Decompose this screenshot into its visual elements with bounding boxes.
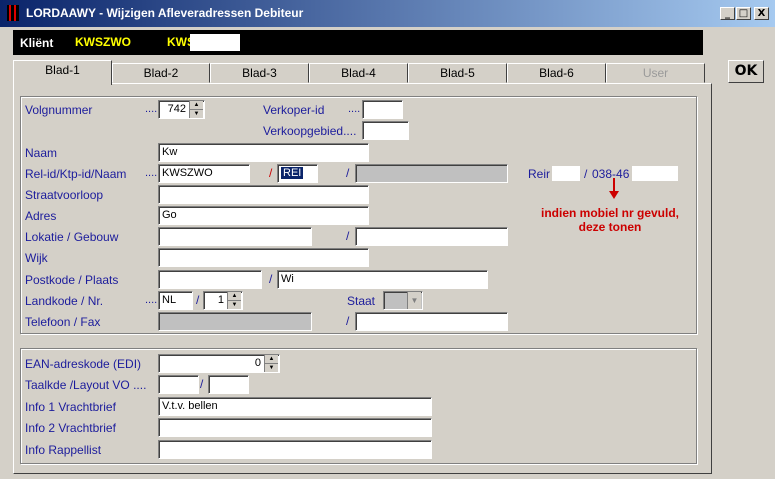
tab-user[interactable]: User [606, 63, 705, 83]
postkode-input[interactable] [158, 270, 262, 289]
volgnummer-spinner[interactable]: ▲ ▼ [189, 101, 203, 118]
info1-label: Info 1 Vrachtbrief [25, 400, 116, 414]
straat-label: Straatvoorloop [25, 188, 104, 202]
tab-blad-1[interactable]: Blad-1 [13, 60, 112, 85]
rel-id-input[interactable]: KWSZWO [158, 164, 250, 183]
landkode-label: Landkode / Nr. [25, 294, 104, 308]
naam-label: Naam [25, 146, 58, 160]
window-title: LORDAAWY - Wijzigen Afleveradressen Debi… [26, 6, 304, 20]
verkoper-input[interactable] [362, 100, 403, 119]
info-rappel-input[interactable] [158, 440, 432, 459]
client-code: KWSZWO [75, 35, 131, 49]
volgnummer-label: Volgnummer [25, 103, 93, 117]
lokatie-input[interactable] [158, 227, 312, 246]
lokatie-label: Lokatie / Gebouw [25, 230, 119, 244]
relid-slash-1: / [269, 166, 273, 180]
fax-input[interactable] [355, 312, 508, 331]
landkode-input[interactable]: NL [158, 291, 193, 310]
lokatie-slash: / [346, 229, 350, 243]
wijk-label: Wijk [25, 251, 48, 265]
rel-naam-input [355, 164, 508, 183]
mobile-note-line-1: indien mobiel nr gevuld, [540, 206, 679, 220]
contact-sep: / [584, 167, 588, 181]
info1-input[interactable]: V.t.v. bellen [158, 397, 432, 416]
info2-input[interactable] [158, 418, 432, 437]
relid-dots: .... [145, 167, 158, 179]
landkode-slash: / [196, 293, 200, 307]
info2-label: Info 2 Vrachtbrief [25, 421, 116, 435]
plaats-input[interactable]: Wi [277, 270, 488, 289]
redaction [632, 166, 678, 181]
ean-input[interactable]: 0 [158, 354, 280, 373]
tab-blad-4[interactable]: Blad-4 [309, 63, 408, 83]
app-icon [7, 5, 19, 21]
landkode-dots: .... [145, 294, 158, 306]
arrow-down-icon [609, 178, 619, 199]
verkoper-dots: .... [348, 103, 361, 115]
layout-vo-input[interactable] [208, 375, 249, 394]
wijk-input[interactable] [158, 248, 369, 267]
mobile-note-line-2: deze tonen [578, 220, 642, 234]
telefoon-label: Telefoon / Fax [25, 315, 101, 329]
client-label: Kliënt [20, 36, 54, 50]
volgnummer-dots: .... [145, 103, 158, 115]
ean-spinner[interactable]: ▲ ▼ [264, 355, 278, 372]
telefoon-slash: / [346, 314, 350, 328]
tab-blad-5[interactable]: Blad-5 [408, 63, 507, 83]
staat-dropdown-icon[interactable]: ▼ [407, 292, 421, 309]
postkode-label: Postkode / Plaats [25, 273, 119, 287]
close-button[interactable]: X [754, 7, 769, 20]
ktp-id-input[interactable]: REI [277, 164, 318, 183]
relid-label: Rel-id/Ktp-id/Naam [25, 167, 127, 181]
info-rappel-label: Info Rappellist [25, 443, 102, 457]
tab-blad-2[interactable]: Blad-2 [112, 63, 210, 83]
ktp-id-selection: REI [281, 167, 304, 179]
maximize-button[interactable]: □ [736, 7, 751, 20]
redaction [552, 166, 580, 181]
naam-input[interactable]: Kw [158, 143, 369, 162]
adres-label: Adres [25, 209, 57, 223]
redaction [190, 34, 240, 51]
tab-blad-6[interactable]: Blad-6 [507, 63, 606, 83]
telefoon-input [158, 312, 312, 331]
verkoopgebied-label: Verkoopgebied.... [263, 124, 357, 138]
adres-input[interactable]: Go [158, 206, 369, 225]
tab-blad-3[interactable]: Blad-3 [210, 63, 309, 83]
verkoper-label: Verkoper-id [263, 103, 325, 117]
taalkode-input[interactable] [158, 375, 199, 394]
nr-spinner[interactable]: ▲ ▼ [227, 292, 241, 309]
ok-button[interactable]: OK [728, 60, 764, 83]
verkoopgebied-input[interactable] [362, 121, 409, 140]
taalkode-slash: / [200, 377, 204, 391]
taalkode-label: Taalkde /Layout VO .... [25, 378, 147, 392]
contact-name: Reir [528, 167, 551, 181]
relid-slash-2: / [346, 166, 350, 180]
ean-label: EAN-adreskode (EDI) [25, 357, 142, 371]
postkode-slash: / [269, 272, 273, 286]
gebouw-input[interactable] [355, 227, 508, 246]
straat-input[interactable] [158, 185, 369, 204]
minimize-button[interactable]: _ [720, 7, 735, 20]
staat-label: Staat [347, 294, 376, 308]
